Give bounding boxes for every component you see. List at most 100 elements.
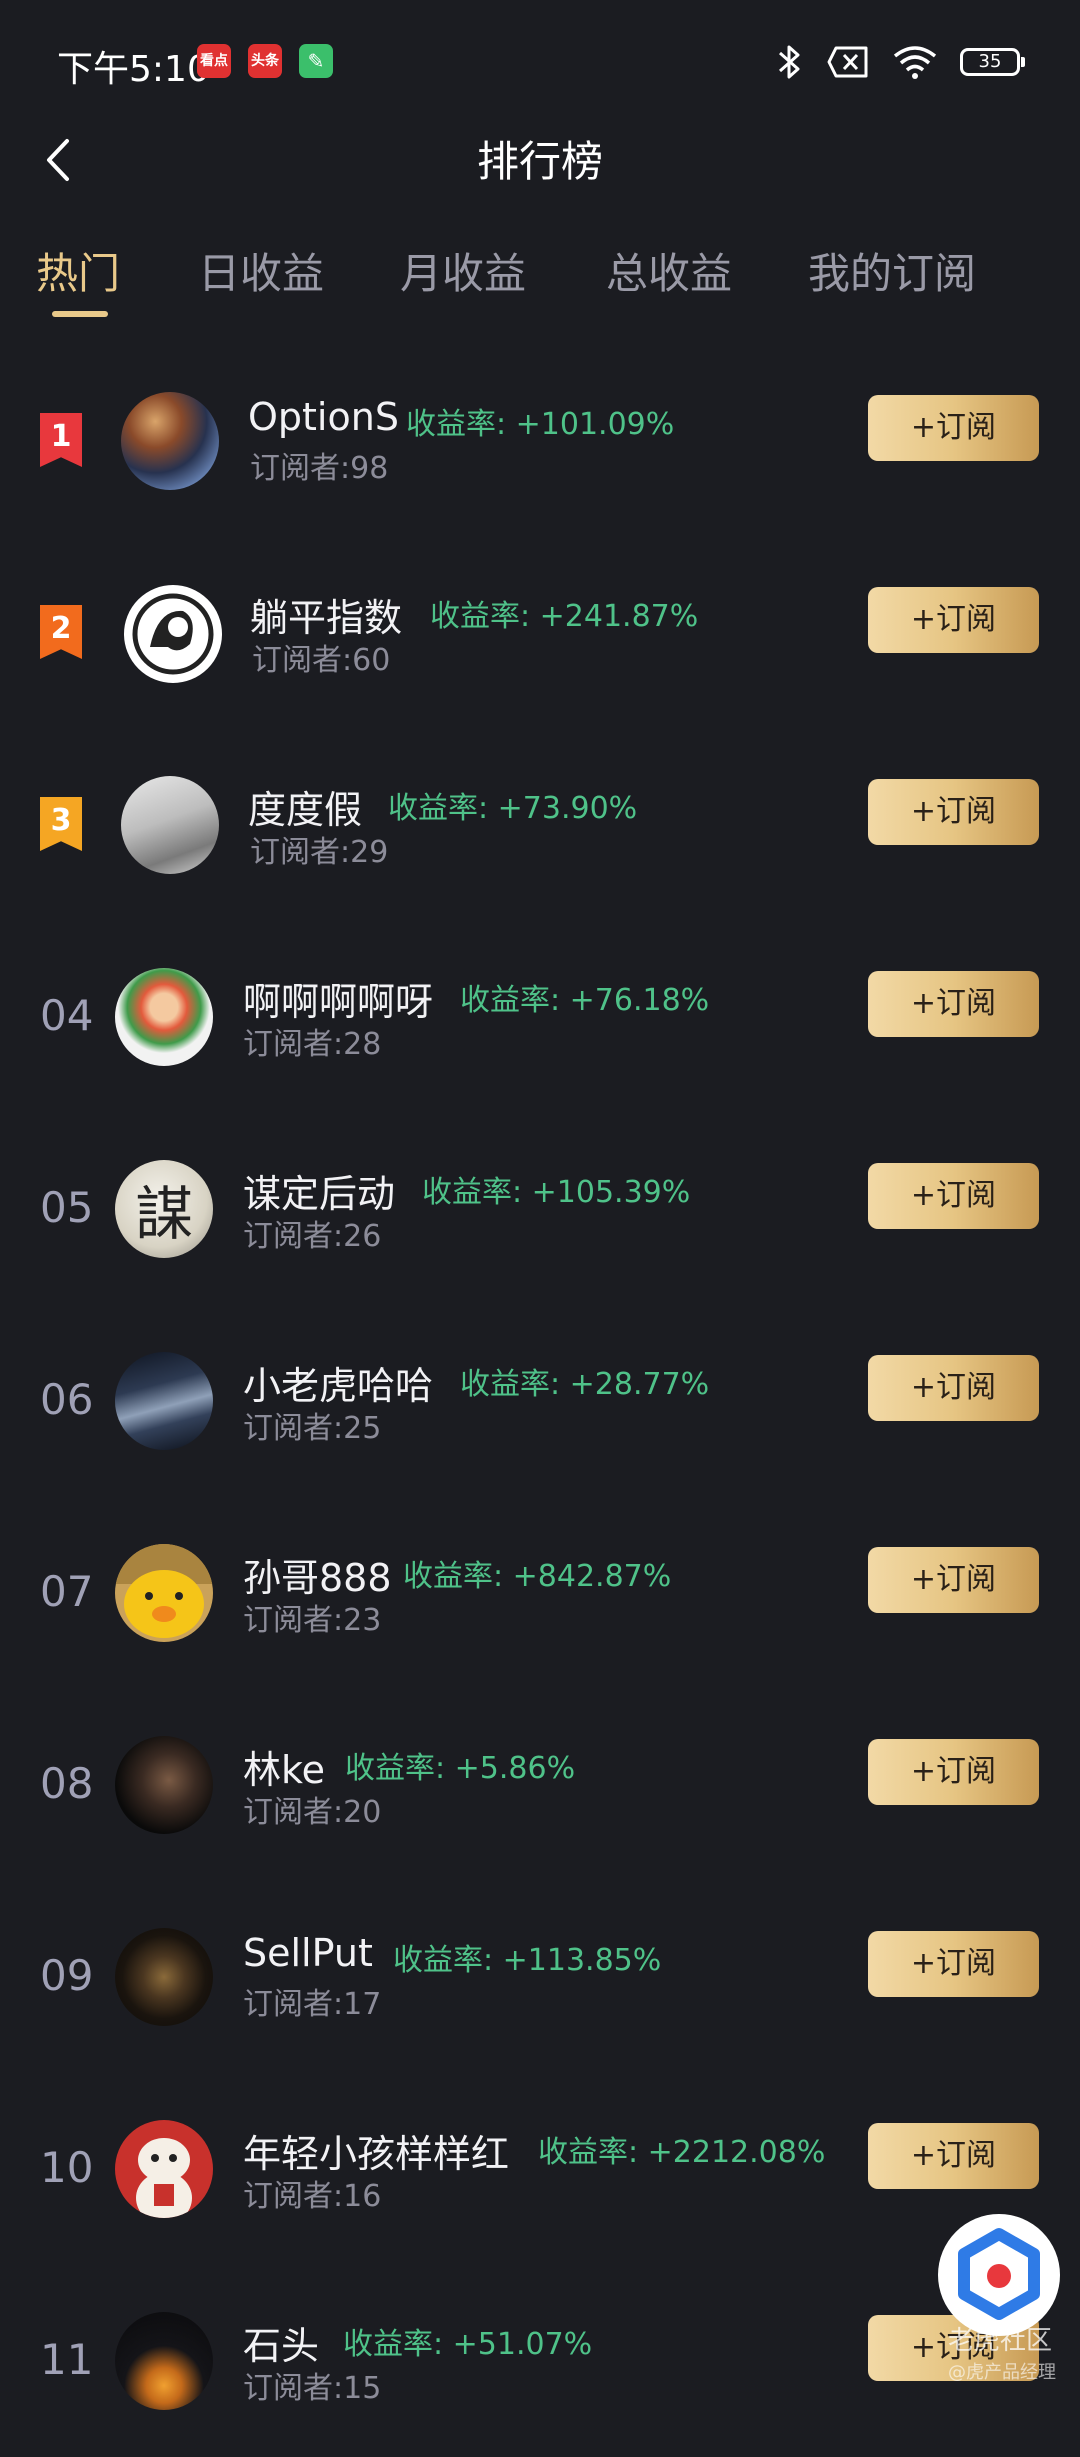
bluetooth-icon xyxy=(779,45,800,79)
return-rate: 收益率: +105.39% xyxy=(422,1175,691,1210)
user-name[interactable]: 度度假 xyxy=(248,779,362,834)
status-icons: 35 xyxy=(776,40,1025,84)
toutiao-notification-icon: 头条 xyxy=(248,44,282,78)
rank-number: 11 xyxy=(40,2335,94,2384)
avatar[interactable] xyxy=(115,1736,213,1834)
subscriber-count: 订阅者:20 xyxy=(243,1795,382,1830)
user-name[interactable]: OptionS xyxy=(248,395,399,439)
subscriber-count: 订阅者:16 xyxy=(243,2179,382,2214)
rank-number: 10 xyxy=(40,2143,94,2192)
avatar[interactable] xyxy=(115,1352,213,1450)
subscriber-count: 订阅者:23 xyxy=(243,1603,382,1638)
subscribe-button[interactable]: +订阅 xyxy=(868,1931,1039,1997)
news-app-notification-icon: 看点 xyxy=(197,44,231,78)
wifi-icon xyxy=(893,46,937,79)
user-name[interactable]: 啊啊啊啊呀 xyxy=(243,971,433,1026)
user-name[interactable]: 石头 xyxy=(243,2315,319,2370)
tool-app-notification-icon: ✎ xyxy=(299,44,333,78)
battery-icon: 35 xyxy=(960,48,1025,76)
avatar[interactable] xyxy=(115,2120,213,2218)
ranking-row[interactable]: 2 躺平指数 收益率: +241.87% 订阅者:60 +订阅 xyxy=(0,537,1080,729)
subscriber-count: 订阅者:98 xyxy=(250,451,389,486)
subscribe-button[interactable]: +订阅 xyxy=(868,1355,1039,1421)
user-name[interactable]: 谋定后动 xyxy=(243,1163,395,1218)
no-sim-icon xyxy=(827,46,868,78)
ranking-row[interactable]: 10 年轻小孩样样红 收益率: +2212.08% 订阅者:16 +订阅 xyxy=(0,2073,1080,2265)
subscribe-button[interactable]: +订阅 xyxy=(868,1163,1039,1229)
ranking-row[interactable]: 1 OptionS 收益率: +101.09% 订阅者:98 +订阅 xyxy=(0,345,1080,537)
subscriber-count: 订阅者:15 xyxy=(243,2371,382,2406)
return-rate: 收益率: +51.07% xyxy=(343,2327,593,2362)
page-title: 排行榜 xyxy=(476,137,603,186)
tab-hot[interactable]: 热门 xyxy=(36,240,120,301)
avatar[interactable]: 謀 xyxy=(115,1160,213,1258)
ranking-row[interactable]: 04 啊啊啊啊呀 收益率: +76.18% 订阅者:28 +订阅 xyxy=(0,921,1080,1113)
ranking-row[interactable]: 07 孙哥888 收益率: +842.87% 订阅者:23 +订阅 xyxy=(0,1497,1080,1689)
subscribe-button[interactable]: +订阅 xyxy=(868,587,1039,653)
subscribe-button[interactable]: +订阅 xyxy=(868,1547,1039,1613)
user-name[interactable]: 孙哥888 xyxy=(243,1547,392,1602)
avatar[interactable] xyxy=(115,1544,213,1642)
return-rate: 收益率: +2212.08% xyxy=(538,2135,826,2170)
subscribe-button[interactable]: +订阅 xyxy=(868,971,1039,1037)
avatar[interactable] xyxy=(121,392,219,490)
ranking-row[interactable]: 3 度度假 收益率: +73.90% 订阅者:29 +订阅 xyxy=(0,729,1080,921)
ranking-row[interactable]: 06 小老虎哈哈 收益率: +28.77% 订阅者:25 +订阅 xyxy=(0,1305,1080,1497)
community-logo-icon xyxy=(958,2228,1040,2320)
subscribe-button[interactable]: +订阅 xyxy=(868,395,1039,461)
return-rate: 收益率: +842.87% xyxy=(403,1559,672,1594)
rank-number: 06 xyxy=(40,1375,94,1424)
user-name[interactable]: 小老虎哈哈 xyxy=(243,1355,433,1410)
rank-number: 07 xyxy=(40,1567,94,1616)
avatar-illustration xyxy=(132,593,214,675)
avatar-character: 謀 xyxy=(134,1180,193,1248)
user-name[interactable]: SellPut xyxy=(243,1931,373,1975)
subscriber-count: 订阅者:29 xyxy=(250,835,389,870)
user-name[interactable]: 年轻小孩样样红 xyxy=(243,2123,509,2178)
subscribe-button[interactable]: +订阅 xyxy=(868,779,1039,845)
rank-number: 05 xyxy=(40,1183,94,1232)
rank-badge: 2 xyxy=(40,605,82,659)
return-rate: 收益率: +113.85% xyxy=(393,1943,662,1978)
rank-badge: 3 xyxy=(40,797,82,851)
ranking-row[interactable]: 08 林ke 收益率: +5.86% 订阅者:20 +订阅 xyxy=(0,1689,1080,1881)
rank-number: 04 xyxy=(40,991,94,1040)
lucky-cat-avatar-illustration xyxy=(136,2138,192,2218)
ranking-row[interactable]: 11 石头 收益率: +51.07% 订阅者:15 +订阅 xyxy=(0,2265,1080,2457)
tab-total-return[interactable]: 总收益 xyxy=(606,240,732,301)
avatar[interactable] xyxy=(115,1928,213,2026)
return-rate: 收益率: +73.90% xyxy=(388,791,638,826)
ranking-row[interactable]: 09 SellPut 收益率: +113.85% 订阅者:17 +订阅 xyxy=(0,1881,1080,2073)
status-time: 下午5:10 xyxy=(57,49,210,90)
return-rate: 收益率: +28.77% xyxy=(460,1367,710,1402)
user-name[interactable]: 林ke xyxy=(243,1739,325,1794)
subscribe-button[interactable]: +订阅 xyxy=(868,2123,1039,2189)
tab-monthly-return[interactable]: 月收益 xyxy=(400,240,526,301)
rank-badge: 1 xyxy=(40,413,82,467)
return-rate: 收益率: +76.18% xyxy=(460,983,710,1018)
tab-bar: 热门 日收益 月收益 总收益 我的订阅 xyxy=(0,240,1080,310)
user-name[interactable]: 躺平指数 xyxy=(250,587,402,642)
tab-daily-return[interactable]: 日收益 xyxy=(198,240,324,301)
watermark-text: 老虎社区 xyxy=(948,2326,1053,2356)
rank-number: 08 xyxy=(40,1759,94,1808)
avatar[interactable] xyxy=(124,585,222,683)
return-rate: 收益率: +241.87% xyxy=(430,599,699,634)
watermark-author: @虎产品经理 xyxy=(948,2362,1056,2383)
community-badge-button[interactable] xyxy=(938,2214,1060,2336)
avatar[interactable] xyxy=(115,2312,213,2410)
subscriber-count: 订阅者:25 xyxy=(243,1411,382,1446)
subscriber-count: 订阅者:26 xyxy=(243,1219,382,1254)
tab-my-subscriptions[interactable]: 我的订阅 xyxy=(808,240,976,301)
return-rate: 收益率: +101.09% xyxy=(406,407,675,442)
rank-number: 09 xyxy=(40,1951,94,2000)
subscriber-count: 订阅者:17 xyxy=(243,1987,382,2022)
status-bar: 下午5:10 看点 头条 ✎ 35 xyxy=(0,0,1080,125)
ranking-row[interactable]: 05 謀 谋定后动 收益率: +105.39% 订阅者:26 +订阅 xyxy=(0,1113,1080,1305)
subscriber-count: 订阅者:28 xyxy=(243,1027,382,1062)
duck-avatar-illustration xyxy=(115,1544,213,1638)
avatar[interactable] xyxy=(121,776,219,874)
return-rate: 收益率: +5.86% xyxy=(345,1751,576,1786)
subscribe-button[interactable]: +订阅 xyxy=(868,1739,1039,1805)
avatar[interactable] xyxy=(115,968,213,1066)
